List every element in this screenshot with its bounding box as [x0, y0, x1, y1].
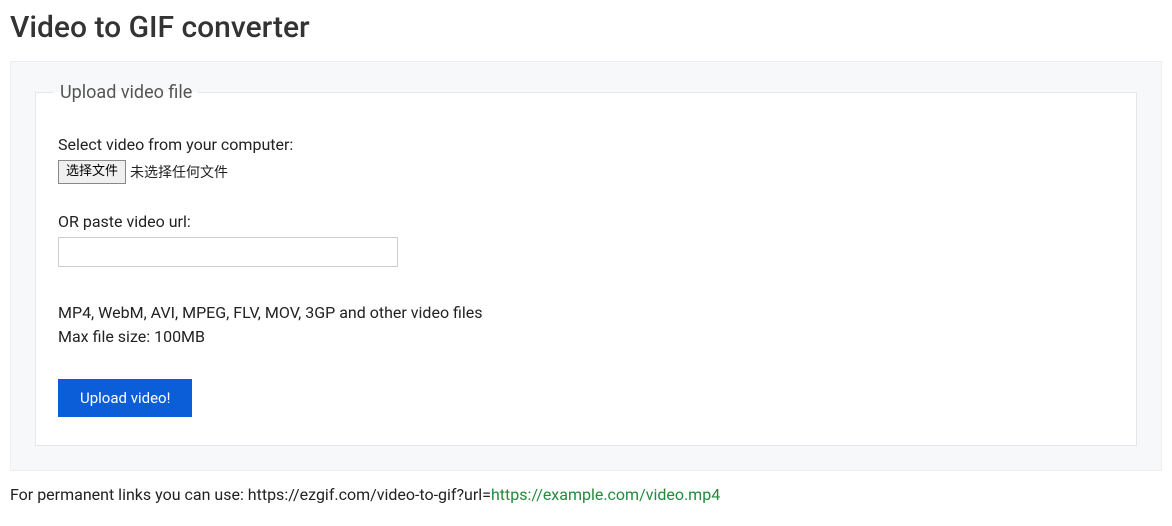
permalink-example-url: https://example.com/video.mp4	[491, 485, 720, 504]
file-select-label: Select video from your computer:	[58, 135, 1114, 154]
url-label: OR paste video url:	[58, 212, 1114, 231]
choose-file-button[interactable]: 选择文件	[58, 160, 126, 184]
file-select-block: Select video from your computer: 选择文件 未选…	[58, 135, 1114, 184]
permalink-prefix: For permanent links you can use: https:/…	[10, 485, 491, 504]
url-block: OR paste video url:	[58, 212, 1114, 267]
supported-formats-text: MP4, WebM, AVI, MPEG, FLV, MOV, 3GP and …	[58, 301, 1114, 325]
upload-video-button[interactable]: Upload video!	[58, 379, 192, 417]
max-size-text: Max file size: 100MB	[58, 325, 1114, 349]
file-status-text: 未选择任何文件	[130, 162, 228, 182]
hint-block: MP4, WebM, AVI, MPEG, FLV, MOV, 3GP and …	[58, 301, 1114, 349]
video-url-input[interactable]	[58, 237, 398, 267]
permalink-hint: For permanent links you can use: https:/…	[10, 485, 1162, 504]
upload-panel: Upload video file Select video from your…	[10, 61, 1162, 471]
page-title: Video to GIF converter	[10, 10, 1162, 45]
fieldset-legend: Upload video file	[54, 82, 198, 103]
file-input-row: 选择文件 未选择任何文件	[58, 160, 1114, 184]
upload-fieldset: Upload video file Select video from your…	[35, 82, 1137, 446]
